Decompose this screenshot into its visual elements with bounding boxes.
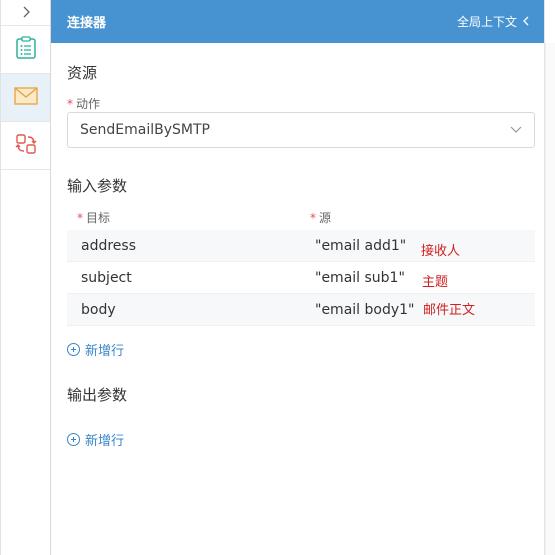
table-row[interactable]: body "email body1" 邮件正文 [67,294,535,326]
required-marker: * [310,211,316,225]
target-cell[interactable]: body [67,302,301,318]
inputs-section-title: 输入参数 [67,177,128,195]
col-target-label: 目标 [86,211,111,225]
source-cell[interactable]: "email add1" [301,238,535,254]
connector-panel: 连接器 全局上下文 资源 * 动作 SendEmailBySMTP 输入参数 * 目… [51,0,545,555]
add-output-row-label: 新增行 [85,434,125,449]
clipboard-list-icon [15,35,37,64]
source-cell[interactable]: "email sub1" [301,270,535,286]
scrollbar[interactable] [545,43,555,555]
rail-expand-button[interactable] [1,0,50,26]
chevron-right-icon [21,3,31,22]
target-cell[interactable]: address [67,238,301,254]
panel-title: 连接器 [67,16,107,31]
action-select[interactable]: SendEmailBySMTP [67,112,535,148]
rail-item-tasks[interactable] [1,26,50,74]
input-params-table: address "email add1" 接收人 subject "email … [67,230,535,326]
outputs-section-title: 输出参数 [67,386,128,404]
row-annotation: 接收人 [421,244,461,259]
action-field-label: * 动作 [67,95,100,112]
rail-item-convert[interactable] [1,122,50,170]
panel-header: 连接器 全局上下文 [51,0,544,43]
add-circle-icon [67,343,80,356]
global-context-button[interactable]: 全局上下文 [457,13,530,30]
col-source-label: 源 [319,211,332,225]
source-cell[interactable]: "email body1" [301,302,535,318]
chevron-down-icon [510,122,522,138]
action-select-value: SendEmailBySMTP [80,122,210,138]
col-source-header: * 源 [310,209,331,226]
chevron-left-icon [522,15,530,29]
row-annotation: 邮件正文 [423,303,476,318]
table-row[interactable]: address "email add1" 接收人 [67,230,535,262]
required-marker: * [77,211,83,225]
col-target-header: * 目标 [77,209,110,226]
target-cell[interactable]: subject [67,270,301,286]
add-output-row-button[interactable]: 新增行 [67,430,124,449]
icon-rail [0,0,51,555]
rail-item-email[interactable] [1,74,50,122]
table-row[interactable]: subject "email sub1" 主题 [67,262,535,294]
add-circle-icon [67,433,80,446]
required-marker: * [67,97,73,111]
global-context-label: 全局上下文 [456,15,517,29]
row-annotation: 主题 [422,275,449,290]
resource-section-title: 资源 [67,64,98,82]
add-input-row-button[interactable]: 新增行 [67,340,124,359]
connector-screen: 连接器 全局上下文 资源 * 动作 SendEmailBySMTP 输入参数 * 目… [0,0,555,555]
action-label-text: 动作 [76,97,101,111]
add-input-row-label: 新增行 [85,344,125,359]
envelope-icon [13,86,38,109]
convert-icon [15,133,37,159]
